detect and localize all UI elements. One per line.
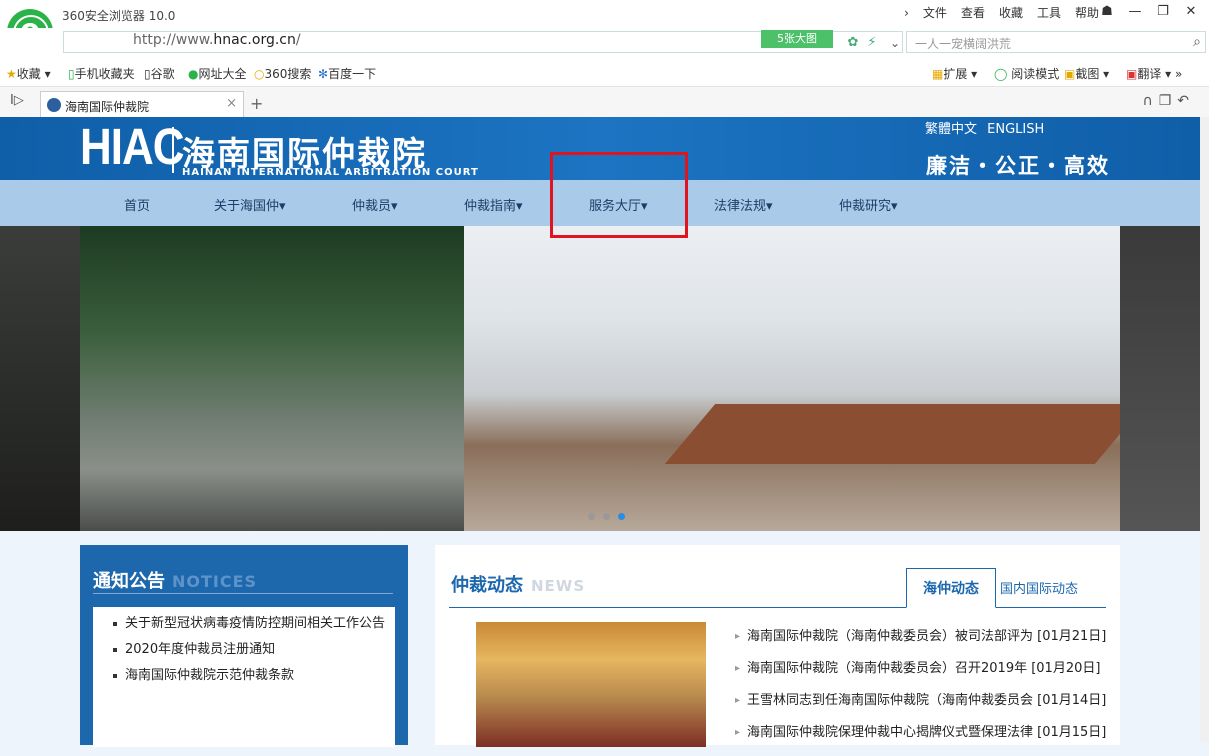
close-button[interactable]: ✕ [1179,2,1203,22]
lang-traditional[interactable]: 繁體中文 [925,122,977,137]
carousel-dots [588,513,625,520]
nav-service-hall[interactable]: 服务大厅▾ [589,195,648,214]
news-photo[interactable] [476,622,706,747]
tab-title: 海南国际仲裁院 [65,100,150,114]
news-divider [449,607,1106,608]
carousel-dot[interactable] [588,513,595,520]
bookmark-mobile[interactable]: ▯手机收藏夹 [68,65,135,82]
menu-tools[interactable]: 工具 [1037,3,1061,23]
bookmark-hao[interactable]: ●网址大全 [188,65,247,82]
page-scrollbar[interactable] [1200,117,1209,742]
notice-item[interactable]: 关于新型冠状病毒疫情防控期间相关工作公告 [113,615,385,632]
news-item[interactable]: 海南国际仲裁院保理仲裁中心揭牌仪式暨保理法律 [01月15日] [735,724,1115,756]
address-row: ← ↻ ⌂ http://www.hnac.org.cn/ 5张大图 ✿ ⚡ ⌄… [0,28,1209,58]
menu-file[interactable]: 文件 [923,3,947,23]
banner-carousel[interactable] [0,226,1200,531]
bookmark-baidu[interactable]: ✻百度一下 [318,65,376,82]
screenshot-button[interactable]: ▣截图 ▾ [1064,65,1109,82]
news-item[interactable]: 王雪林同志到任海南国际仲裁院（海南仲裁委员会 [01月14日] [735,692,1115,724]
nav-home[interactable]: 首页 [124,195,150,214]
bookmarks-bar: ★收藏 ▾ ▯手机收藏夹 ▯谷歌 ●网址大全 ○360搜索 ✻百度一下 ▦扩展 … [0,58,1209,87]
notices-title-en: NOTICES [172,572,258,591]
skin-icon[interactable]: ☗ [1095,2,1119,22]
news-item[interactable]: 海南国际仲裁院（海南仲裁委员会）召开2019年 [01月20日] [735,660,1115,692]
site-slogan: 廉洁・公正・高效 [926,154,1110,178]
news-title-en: NEWS [531,577,586,595]
site-name-en: HAINAN INTERNATIONAL ARBITRATION COURT [182,167,479,178]
lang-english[interactable]: ENGLISH [987,122,1044,137]
address-url[interactable]: http://www.hnac.org.cn/ [133,32,301,48]
lightning-icon[interactable]: ⚡ [861,32,883,54]
tab-domestic-intl-news[interactable]: 国内国际动态 [1000,578,1078,597]
chevron-down-icon[interactable]: ⌄ [884,32,906,54]
banner-photo-left [0,226,80,531]
favicon-icon [47,98,61,112]
bookmark-google[interactable]: ▯谷歌 [144,65,175,82]
language-links: 繁體中文 ENGLISH [925,118,1044,137]
notices-divider [93,593,393,594]
translate-button[interactable]: ▣翻译 ▾ » [1126,65,1182,82]
reader-mode-button[interactable]: ◯ 阅读模式 [994,65,1059,82]
banner-table-shape [664,404,1146,464]
tab-close-icon[interactable]: × [226,96,237,111]
nav-guide[interactable]: 仲裁指南▾ [464,195,523,214]
news-panel: 仲裁动态 NEWS 海仲动态 国内国际动态 海南国际仲裁院（海南仲裁委员会）被司… [435,545,1120,747]
tab-hiac[interactable]: 海南国际仲裁院 × [40,91,244,117]
site-logo[interactable]: HIAC [80,119,185,177]
news-list: 海南国际仲裁院（海南仲裁委员会）被司法部评为 [01月21日] 海南国际仲裁院（… [735,628,1115,756]
tab-strip: I▷ 海南国际仲裁院 × + ∩❐↶ [0,87,1209,118]
maximize-button[interactable]: ❐ [1151,2,1175,22]
notice-item[interactable]: 海南国际仲裁院示范仲裁条款 [113,667,385,684]
bookmark-360search[interactable]: ○360搜索 [254,65,311,82]
news-title: 仲裁动态 [451,575,523,596]
carousel-dot-active[interactable] [618,513,625,520]
search-icon[interactable]: ⌕ [1193,34,1201,50]
image-badge[interactable]: 5张大图 [761,30,833,48]
menu-view[interactable]: 查看 [961,3,985,23]
sidebar-toggle-icon[interactable]: I▷ [10,93,24,108]
search-input[interactable]: 一人一宠横阔洪荒 ⌕ [906,31,1206,53]
app-title: 360安全浏览器 10.0 [62,9,176,23]
banner-photo-press [80,226,464,531]
logo-divider [172,127,174,173]
menu-bar: › 文件 查看 收藏 工具 帮助 [904,3,1099,23]
new-tab-icon[interactable]: + [250,94,263,113]
site-header: HIAC 海南国际仲裁院 HAINAN INTERNATIONAL ARBITR… [0,117,1200,180]
web-page: HIAC 海南国际仲裁院 HAINAN INTERNATIONAL ARBITR… [0,117,1200,747]
bookmark-favorites[interactable]: ★收藏 ▾ [6,65,51,82]
tab-hiac-news[interactable]: 海仲动态 [906,568,996,608]
carousel-dot[interactable] [603,513,610,520]
browser-titlebar: 360安全浏览器 10.0 › 文件 查看 收藏 工具 帮助 ☗ — ❐ ✕ [0,0,1209,28]
banner-photo-meeting-room [464,226,1120,531]
tab-tools-icon[interactable]: ∩❐↶ [1142,93,1195,109]
menu-favorites[interactable]: 收藏 [999,3,1023,23]
banner-photo-right [1120,226,1200,531]
notice-item[interactable]: 2020年度仲裁员注册通知 [113,641,385,658]
window-controls: ☗ — ❐ ✕ [1095,2,1203,22]
nav-about[interactable]: 关于海国仲▾ [214,195,286,214]
notices-panel: 通知公告 NOTICES 关于新型冠状病毒疫情防控期间相关工作公告 2020年度… [80,545,408,747]
extensions-button[interactable]: ▦扩展 ▾ [932,65,977,82]
menu-chevron-icon[interactable]: › [904,3,909,23]
main-nav: 首页 关于海国仲▾ 仲裁员▾ 仲裁指南▾ 服务大厅▾ 法律法规▾ 仲裁研究▾ [0,180,1200,226]
notices-title: 通知公告 [93,571,165,592]
search-placeholder: 一人一宠横阔洪荒 [915,37,1012,51]
nav-laws[interactable]: 法律法规▾ [714,195,773,214]
nav-research[interactable]: 仲裁研究▾ [839,195,898,214]
minimize-button[interactable]: — [1123,2,1147,22]
notices-list: 关于新型冠状病毒疫情防控期间相关工作公告 2020年度仲裁员注册通知 海南国际仲… [93,607,395,747]
news-item[interactable]: 海南国际仲裁院（海南仲裁委员会）被司法部评为 [01月21日] [735,628,1115,660]
nav-arbitrators[interactable]: 仲裁员▾ [352,195,398,214]
